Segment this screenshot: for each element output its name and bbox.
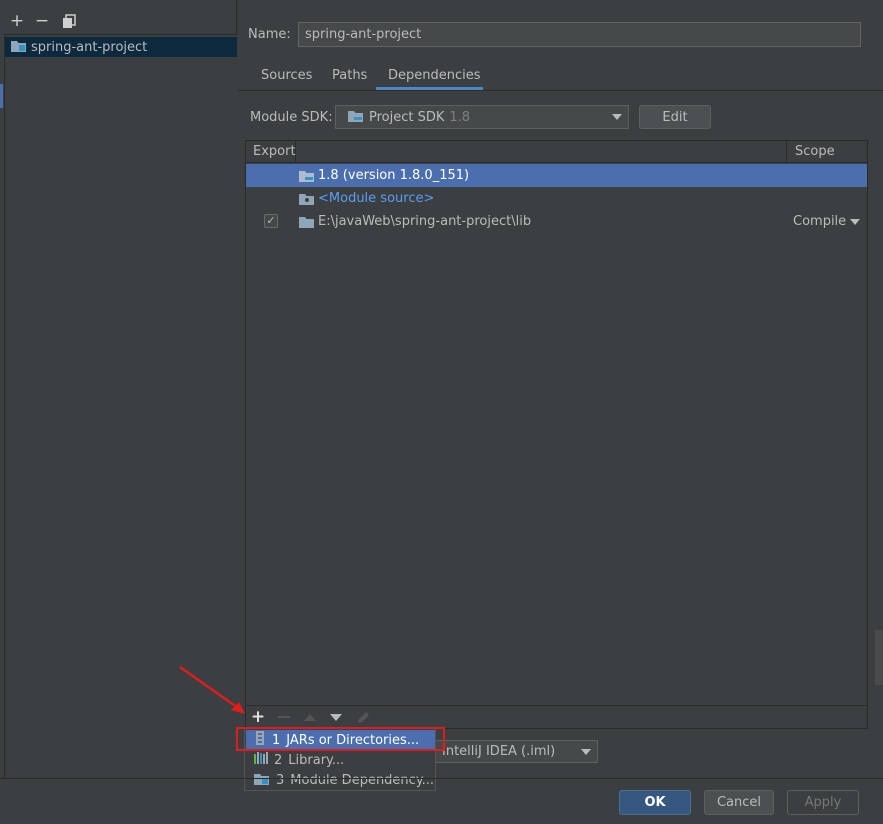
column-header-scope[interactable]: Scope (787, 141, 867, 163)
module-sdk-label: Module SDK: (250, 110, 333, 125)
dependencies-table[interactable]: Export Scope 1.8 (version 1.8.0_151) <Mo… (245, 140, 868, 706)
cancel-button[interactable]: Cancel (704, 790, 774, 815)
module-sdk-dropdown[interactable]: Project SDK 1.8 (335, 105, 629, 129)
edit-sdk-button[interactable]: Edit (639, 105, 711, 129)
move-down-icon[interactable] (327, 708, 345, 726)
name-field[interactable] (298, 22, 861, 47)
module-icon (254, 772, 270, 789)
module-icon (11, 39, 27, 56)
footer-divider (0, 778, 883, 779)
table-row[interactable]: 1.8 (version 1.8.0_151) (246, 164, 867, 187)
copy-icon[interactable] (60, 12, 78, 30)
column-header-export[interactable]: Export (246, 141, 296, 163)
column-header-name[interactable] (296, 141, 787, 163)
annotation-highlight-box (236, 727, 445, 751)
menu-item-library[interactable]: 2 Library... (246, 750, 435, 770)
library-icon (254, 752, 268, 768)
module-format-dropdown[interactable]: IntelliJ IDEA (.iml) (435, 740, 598, 763)
active-tab-indicator (376, 87, 483, 90)
menu-item-label: Library... (288, 752, 345, 768)
name-label: Name: (248, 27, 291, 42)
ok-button[interactable]: OK (619, 790, 691, 815)
remove-dependency-icon[interactable] (275, 708, 293, 726)
menu-item-number: 3 (276, 772, 285, 788)
dependency-name: <Module source> (318, 191, 435, 206)
sdk-value: Project SDK (369, 109, 445, 125)
scope-dropdown[interactable]: Compile (793, 214, 846, 229)
scrollbar[interactable] (875, 630, 883, 685)
tabs-divider (238, 90, 883, 91)
tab-dependencies[interactable]: Dependencies (388, 68, 481, 83)
source-folder-icon (299, 192, 315, 209)
chevron-down-icon (612, 114, 622, 120)
format-value: IntelliJ IDEA (.iml) (442, 744, 556, 759)
edit-pencil-icon[interactable] (354, 708, 372, 726)
tree-item-module[interactable]: spring-ant-project (5, 37, 237, 57)
jdk-folder-icon (348, 109, 364, 126)
sdk-version: 1.8 (449, 109, 471, 125)
tree-item-label: spring-ant-project (31, 39, 148, 55)
remove-module-icon[interactable]: − (33, 11, 51, 31)
jdk-folder-icon (299, 169, 315, 186)
tab-sources[interactable]: Sources (261, 68, 312, 83)
menu-item-label: Module Dependency... (290, 772, 435, 788)
dependency-name: 1.8 (version 1.8.0_151) (318, 168, 470, 183)
table-row[interactable]: ✓ E:\javaWeb\spring-ant-project\lib Comp… (246, 210, 867, 233)
selection-stripe (0, 84, 3, 108)
dependency-name: E:\javaWeb\spring-ant-project\lib (318, 214, 532, 229)
annotation-arrow-icon (179, 665, 245, 714)
chevron-down-icon[interactable] (850, 219, 860, 225)
export-checkbox[interactable]: ✓ (264, 214, 278, 228)
table-row[interactable]: <Module source> (246, 187, 867, 210)
folder-icon (299, 215, 315, 232)
menu-item-number: 2 (274, 752, 283, 768)
chevron-down-icon (581, 749, 591, 755)
menu-item-module-dependency[interactable]: 3 Module Dependency... (246, 770, 435, 790)
add-module-icon[interactable]: + (8, 11, 26, 31)
tab-paths[interactable]: Paths (332, 68, 367, 83)
move-up-icon[interactable] (301, 708, 319, 726)
apply-button[interactable]: Apply (787, 790, 859, 815)
